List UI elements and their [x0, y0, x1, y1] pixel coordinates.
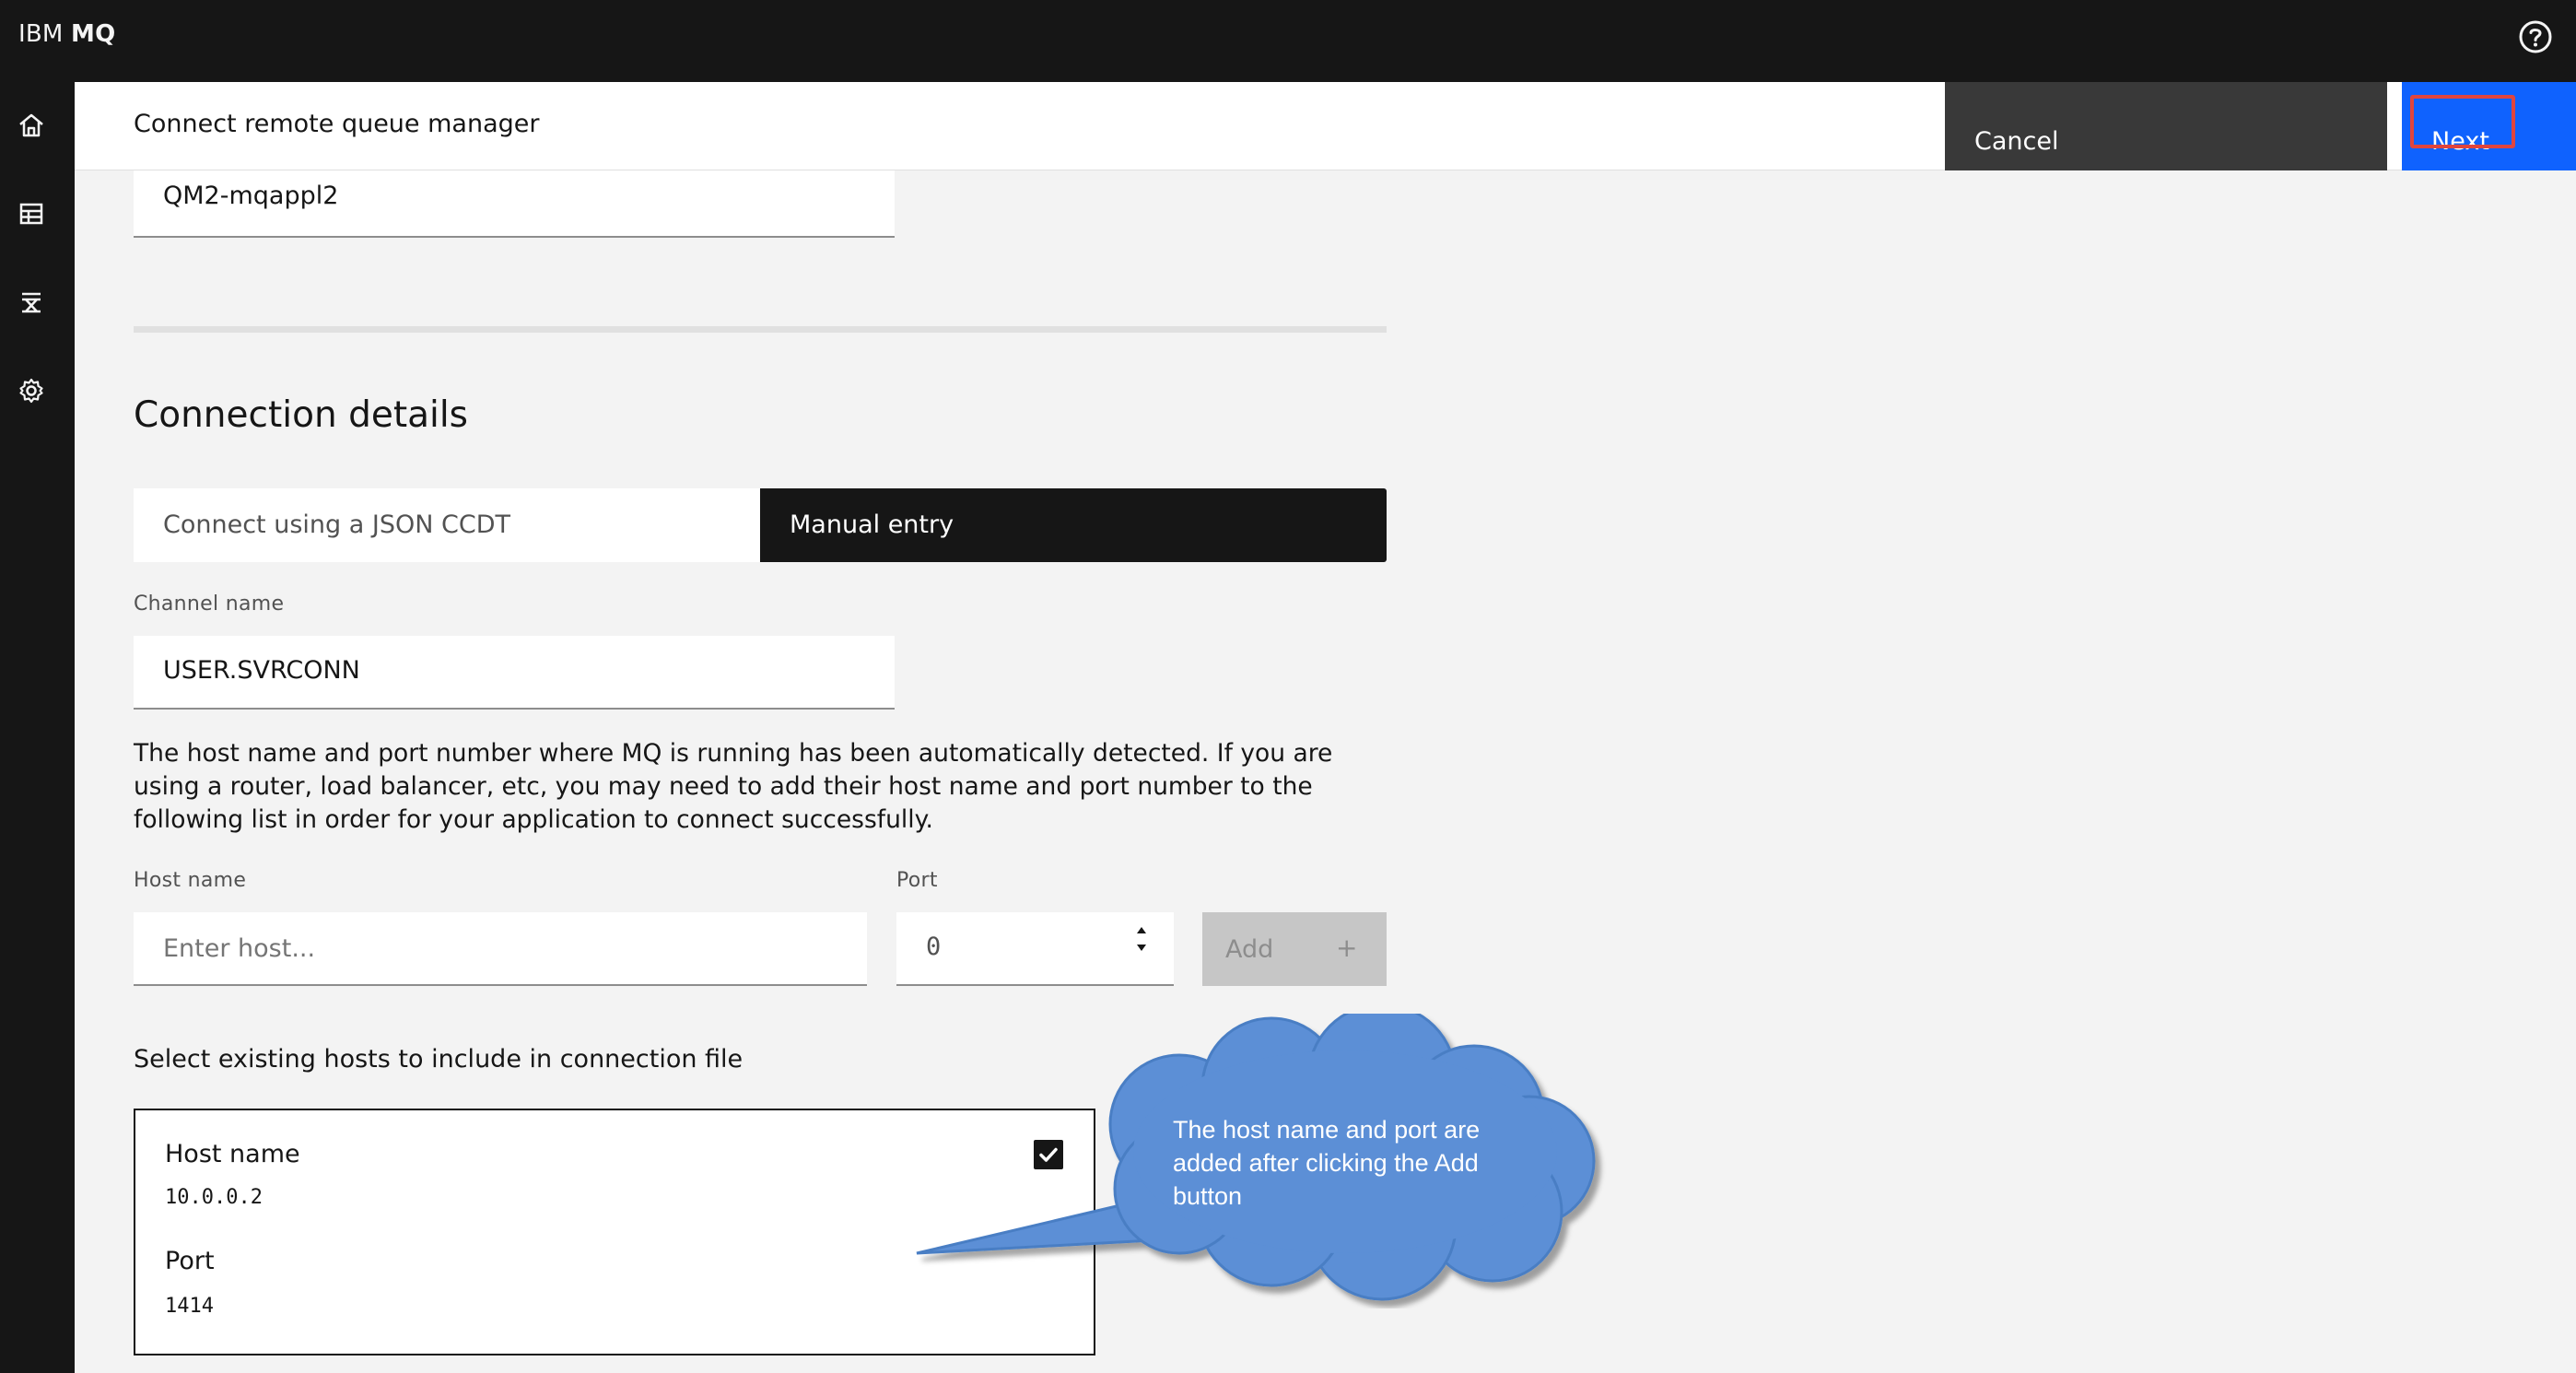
channel-name-field[interactable]: USER.SVRCONN: [134, 636, 895, 710]
table-icon[interactable]: [15, 197, 48, 230]
next-button[interactable]: Next: [2402, 82, 2576, 170]
tab-json-ccdt[interactable]: Connect using a JSON CCDT: [134, 488, 760, 562]
queue-manager-name-value: QM2-mqappl2: [163, 182, 339, 210]
page-title: Connect remote queue manager: [134, 110, 540, 138]
host-detection-help-text: The host name and port number where MQ i…: [134, 739, 1333, 834]
port-stepper-icon[interactable]: [1133, 921, 1150, 956]
home-icon[interactable]: [15, 109, 48, 142]
annotation-text: The host name and port are added after c…: [1173, 1116, 1481, 1210]
channel-name-value: USER.SVRCONN: [163, 656, 360, 685]
port-value: 0: [926, 933, 942, 961]
section-divider: [134, 326, 1387, 333]
existing-hosts-title: Select existing hosts to include in conn…: [134, 1045, 744, 1074]
brand-name: MQ: [71, 20, 116, 48]
host-name-label: Host name: [134, 869, 247, 892]
tab-manual-entry[interactable]: Manual entry: [760, 488, 1387, 562]
host-name-input[interactable]: [134, 912, 867, 986]
applications-icon[interactable]: [15, 286, 48, 319]
side-nav: [0, 82, 75, 1373]
top-bar: IBM MQ: [0, 0, 2576, 82]
tile-port-value: 1414: [165, 1295, 214, 1318]
tile-port-label: Port: [165, 1247, 215, 1275]
channel-name-label: Channel name: [134, 593, 285, 616]
port-number-input[interactable]: 0: [896, 912, 1174, 986]
brand-prefix: IBM: [18, 20, 64, 48]
tile-host-label: Host name: [165, 1140, 300, 1168]
add-button-label: Add: [1225, 934, 1274, 964]
connection-method-switcher: Connect using a JSON CCDT Manual entry: [134, 488, 1387, 562]
add-plus-icon: +: [1336, 933, 1358, 963]
gear-icon[interactable]: [15, 374, 48, 407]
help-icon[interactable]: [2517, 18, 2554, 55]
brand[interactable]: IBM MQ: [18, 20, 115, 48]
port-label: Port: [896, 869, 938, 892]
section-title: Connection details: [134, 394, 468, 436]
add-host-button[interactable]: Add +: [1202, 912, 1387, 986]
cancel-button[interactable]: Cancel: [1945, 82, 2387, 170]
tile-host-value: 10.0.0.2: [165, 1186, 263, 1209]
queue-manager-name-field[interactable]: QM2-mqappl2: [134, 170, 895, 238]
